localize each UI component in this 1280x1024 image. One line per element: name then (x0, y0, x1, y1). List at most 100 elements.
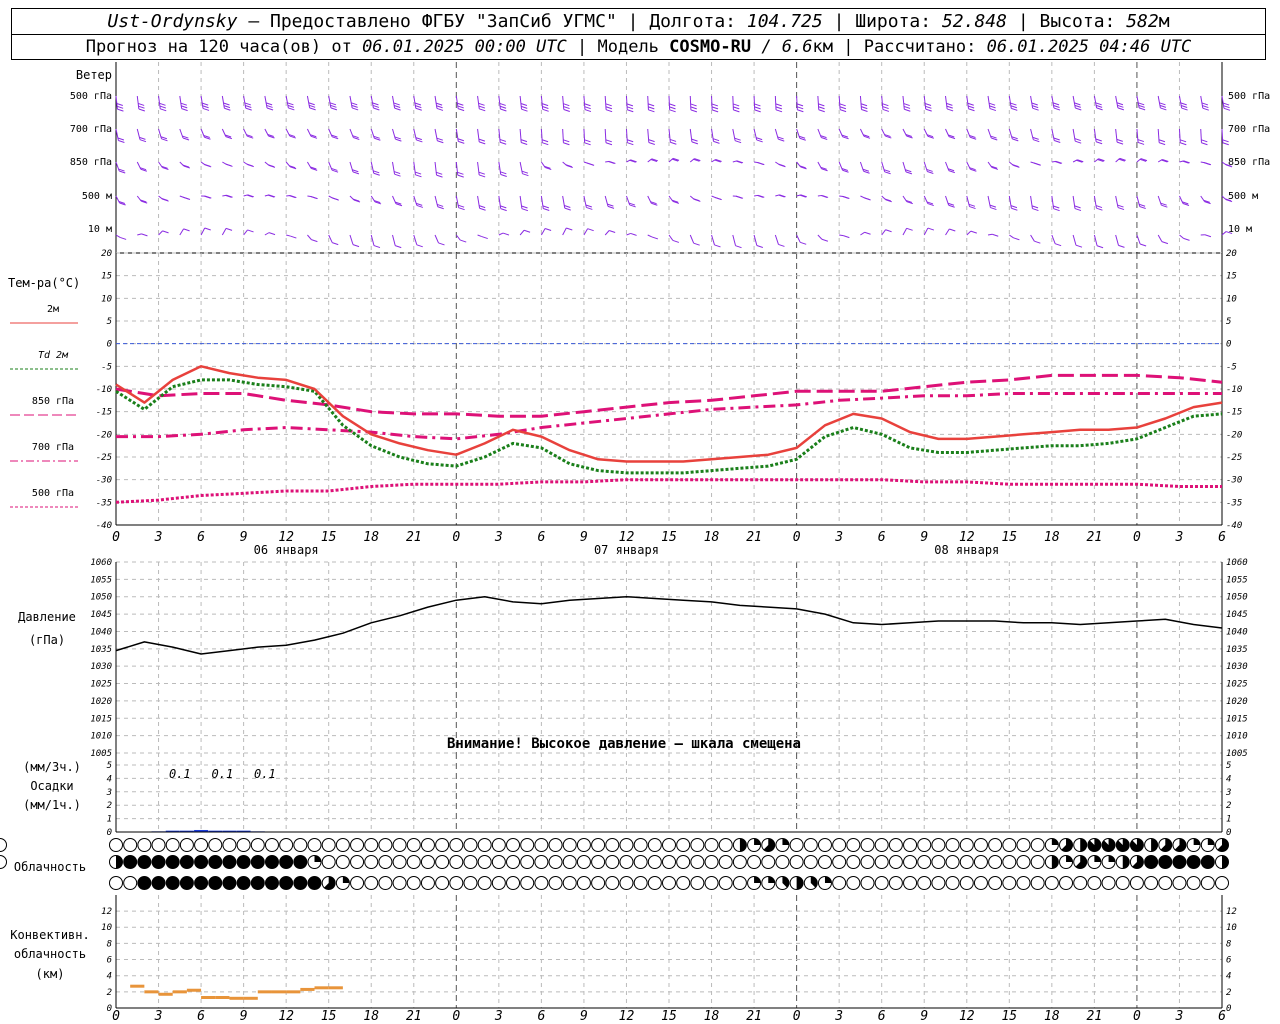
wind-barb-feather (415, 105, 422, 109)
cloud-symbol (208, 838, 223, 852)
cloud-symbol (1002, 838, 1017, 852)
cloud-symbol (321, 855, 336, 869)
cloud-symbol (662, 838, 676, 852)
conv-ytick-left: 12 (101, 907, 112, 917)
wind-barb-feather (648, 142, 655, 145)
wind-barb-staff (519, 161, 523, 174)
x-tick-label: 9 (580, 530, 588, 545)
cloud-symbol (264, 838, 279, 852)
wind-barb-staff (434, 95, 438, 109)
cloud-fill-full (137, 855, 151, 869)
cloud-circle (917, 855, 932, 869)
cloud-symbol (633, 855, 648, 869)
wind-barb-feather (520, 139, 528, 143)
cloud-fill-full (265, 876, 279, 890)
cloud-symbol (562, 855, 577, 869)
wind-barb-feather (586, 206, 593, 210)
cloud-symbol (874, 838, 889, 852)
wind-barb-feather (925, 105, 932, 109)
x-tick-label-bottom: 3 (154, 1009, 163, 1024)
wind-barb-staff (1030, 195, 1033, 209)
wind-barb-feather (183, 228, 190, 232)
cloud-circle (123, 838, 138, 852)
cloud-symbol (477, 838, 492, 852)
cloud-circle (690, 876, 705, 890)
wind-barb-feather (352, 107, 359, 111)
cloud-symbol (860, 838, 875, 852)
wind-barb-feather (713, 140, 720, 144)
wind-barb-feather (843, 235, 850, 239)
cloud-circle (1186, 876, 1201, 890)
x-tick-label-bottom: 0 (1133, 1009, 1141, 1024)
wind-barb-feather (690, 103, 697, 107)
cloud-circle (1016, 855, 1031, 869)
wind-barb-feather (605, 103, 612, 107)
temp-ytick-left: -30 (96, 476, 112, 486)
wind-barb-staff (796, 234, 801, 243)
cloud-circle (704, 838, 719, 852)
wind-barb-feather (373, 172, 380, 176)
x-tick-label: 18 (704, 530, 720, 545)
wind-barb-feather (160, 108, 167, 112)
cloud-symbol (0, 838, 7, 852)
wind-barb-staff (1157, 95, 1161, 109)
cloud-circle (676, 855, 691, 869)
wind-barb-feather (1118, 244, 1125, 248)
wind-barb-staff (158, 230, 163, 236)
wind-barb-feather (584, 139, 591, 143)
wind-barb-staff (817, 234, 823, 240)
wind-barb-staff (668, 95, 671, 110)
cloud-symbol (591, 876, 606, 890)
cloud-fill-partial (1051, 855, 1059, 869)
cloud-symbol (732, 838, 747, 852)
cloud-fill-full (194, 876, 208, 890)
wind-barb-staff (1157, 234, 1163, 242)
cloud-symbol (435, 855, 450, 869)
cloud-fill-full (1187, 855, 1201, 869)
wind-barb-staff (689, 234, 695, 244)
wind-barb-feather (1160, 107, 1167, 111)
cloud-symbol (647, 855, 662, 869)
cloud-circle (945, 855, 960, 869)
cloud-circle (803, 855, 818, 869)
cloud-circle (931, 838, 946, 852)
cloud-circle (633, 876, 648, 890)
cloud-circle (619, 855, 634, 869)
cloud-symbol (1059, 838, 1074, 852)
wind-barb-feather (1095, 104, 1103, 108)
cloud-symbol (1073, 876, 1088, 890)
cloud-symbol (619, 855, 634, 869)
wind-barb-feather (437, 140, 444, 144)
cloud-circle (917, 876, 932, 890)
cloud-circle (548, 855, 563, 869)
wind-barb-feather (797, 106, 804, 110)
cloud-symbol (903, 838, 918, 852)
cloud-circle (335, 838, 350, 852)
wind-barb-feather (630, 232, 637, 236)
conv-segment (243, 996, 258, 1000)
wind-barb-feather (626, 103, 634, 107)
wind-barb-feather (372, 104, 380, 108)
temp-ytick-right: 10 (1226, 294, 1237, 304)
wind-barb-feather (563, 142, 570, 146)
cloud-symbol (321, 838, 336, 852)
wind-barb-feather (607, 205, 615, 209)
wind-barb-feather (1161, 241, 1169, 245)
wind-barb-feather (204, 227, 211, 231)
cloud-circle (973, 855, 988, 869)
cloud-fill-partial (1051, 838, 1059, 845)
x-tick-label-bottom: 9 (580, 1009, 588, 1024)
wind-barb-feather (1180, 102, 1187, 106)
wind-barb-feather (288, 107, 295, 111)
wind-barb-feather (415, 174, 422, 178)
cloud-symbol (761, 876, 776, 890)
wind-barb-staff (136, 128, 141, 140)
precip-unit-3h: (мм/3ч.) (23, 760, 81, 774)
cloud-symbol (137, 838, 152, 852)
wind-barb-feather (159, 102, 166, 106)
cloud-symbol (959, 855, 974, 869)
cloud-circle (676, 838, 691, 852)
wind-barb-staff (562, 128, 564, 143)
wind-barb-feather (1204, 234, 1212, 238)
wind-barb-feather (754, 103, 761, 107)
